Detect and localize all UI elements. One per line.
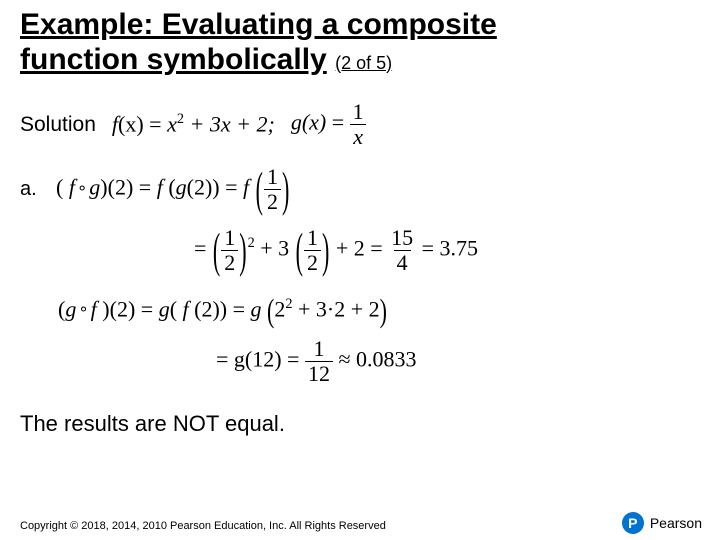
gof-evaluation: = g(12) = 112 ≈ 0.0833 <box>216 338 700 385</box>
slide-title: Example: Evaluating a composite function… <box>20 8 700 77</box>
conclusion-text: The results are NOT equal. <box>20 411 700 437</box>
fog-evaluation: = (12)2 + 3 (12) + 2 = 154 = 3.75 <box>194 227 700 274</box>
solution-label: Solution <box>20 113 96 137</box>
title-pager: (2 of 5) <box>335 53 392 73</box>
gof-expression: (g∘f )(2) = g( f (2)) = g (22 + 3·2 + 2) <box>58 296 700 324</box>
brand-name: Pearson <box>650 515 702 531</box>
title-line2: function symbolically <box>20 43 327 76</box>
fog-expression: ( f∘g)(2) = f (g(2)) = f (12) <box>56 166 290 213</box>
title-line1: Example: Evaluating a composite <box>20 8 497 41</box>
solution-row: Solution f(x) = x2 + 3x + 2; g(x) = 1x <box>20 101 700 148</box>
part-a: a. ( f∘g)(2) = f (g(2)) = f (12) <box>20 166 700 213</box>
f-definition: f(x) = x2 + 3x + 2; <box>112 111 275 137</box>
g-definition: g(x) = 1x <box>291 101 367 148</box>
part-a-label: a. <box>20 178 42 201</box>
copyright-text: Copyright © 2018, 2014, 2010 Pearson Edu… <box>20 520 386 532</box>
brand-logo: P Pearson <box>622 512 702 534</box>
pearson-icon: P <box>622 512 644 534</box>
